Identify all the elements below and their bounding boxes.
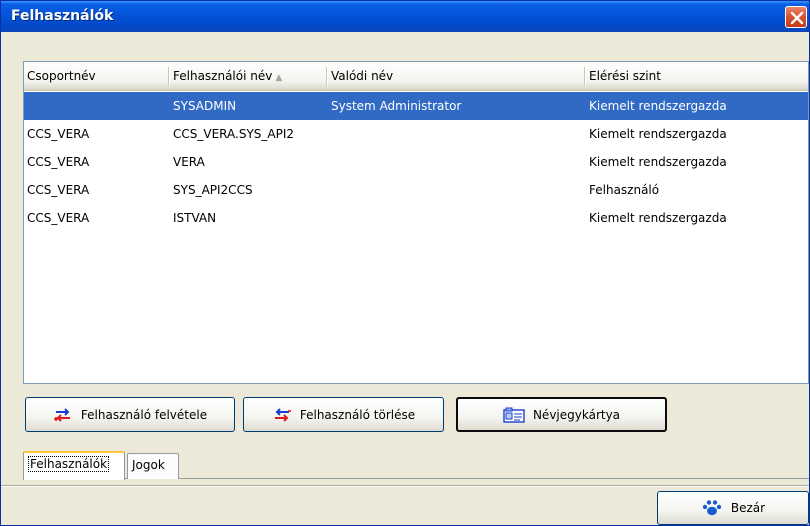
cell-username: SYSADMIN <box>173 99 237 113</box>
cell-access-level: Kiemelt rendszergazda <box>589 99 727 113</box>
paw-icon <box>702 500 722 516</box>
column-header-label: Elérési szint <box>589 69 661 83</box>
cell-realname <box>328 204 331 232</box>
column-header-label: Valódi név <box>331 69 394 83</box>
close-label: Bezár <box>730 501 766 515</box>
add-user-button[interactable]: Felhasználó felvétele <box>25 397 235 432</box>
users-list[interactable]: Csoportnév Felhasználói név ▲ Valódi név … <box>23 61 809 384</box>
cell-realname <box>328 176 331 204</box>
add-user-label: Felhasználó felvétele <box>80 407 208 422</box>
tab-rights[interactable]: Jogok <box>127 453 179 479</box>
window-close-button[interactable] <box>785 6 807 28</box>
cell-group: CCS_VERA <box>27 155 90 169</box>
business-card-button[interactable]: Névjegykártya <box>456 397 667 432</box>
cell-username: ISTVAN <box>173 211 217 225</box>
tab-strip: Felhasználók Jogok <box>23 451 809 480</box>
add-arrows-icon <box>53 407 70 422</box>
column-header-label: Csoportnév <box>27 69 96 83</box>
table-row[interactable]: CCS_VERA ISTVAN Kiemelt rendszergazda <box>24 204 808 232</box>
column-header-realname[interactable]: Valódi név <box>328 62 586 91</box>
bottom-divider <box>1 485 809 487</box>
cell-access-level: Kiemelt rendszergazda <box>589 127 727 141</box>
table-row[interactable]: CCS_VERA SYS_API2CCS Felhasználó <box>24 176 808 204</box>
cell-realname <box>328 148 331 176</box>
cell-group: CCS_VERA <box>27 127 90 141</box>
window-title: Felhasználók <box>11 8 114 24</box>
sort-ascending-icon: ▲ <box>275 73 283 83</box>
cell-realname: System Administrator <box>331 99 462 113</box>
delete-user-button[interactable]: Felhasználó törlése <box>243 397 444 432</box>
tab-label: Felhasználók <box>28 456 110 472</box>
list-header: Csoportnév Felhasználói név ▲ Valódi név … <box>24 62 808 91</box>
close-button[interactable]: Bezár <box>657 491 809 525</box>
tab-users[interactable]: Felhasználók <box>23 451 125 480</box>
cell-username: CCS_VERA.SYS_API2 <box>173 127 295 141</box>
cell-access-level: Felhasználó <box>589 183 660 197</box>
column-header-access-level[interactable]: Elérési szint <box>586 62 808 91</box>
close-icon <box>790 11 804 25</box>
column-header-username[interactable]: Felhasználói név ▲ <box>170 62 328 91</box>
cell-access-level: Kiemelt rendszergazda <box>589 155 727 169</box>
cell-group <box>24 92 27 120</box>
cell-group: CCS_VERA <box>27 183 90 197</box>
business-card-icon <box>503 407 525 423</box>
cell-username: VERA <box>173 155 205 169</box>
column-header-label: Felhasználói név <box>173 69 273 83</box>
delete-user-label: Felhasználó törlése <box>299 407 416 422</box>
table-row[interactable]: SYSADMIN System Administrator Kiemelt re… <box>24 92 808 120</box>
remove-arrows-icon <box>274 407 291 422</box>
users-dialog: Felhasználók Csoportnév Felhasználói név… <box>0 0 810 526</box>
column-header-group[interactable]: Csoportnév <box>24 62 170 91</box>
cell-access-level: Kiemelt rendszergazda <box>589 211 727 225</box>
cell-username: SYS_API2CCS <box>173 183 253 197</box>
cell-realname <box>328 120 331 148</box>
table-row[interactable]: CCS_VERA CCS_VERA.SYS_API2 Kiemelt rends… <box>24 120 808 148</box>
tab-label: Jogok <box>132 458 165 472</box>
business-card-label: Névjegykártya <box>532 407 621 422</box>
cell-group: CCS_VERA <box>27 211 90 225</box>
table-row[interactable]: CCS_VERA VERA Kiemelt rendszergazda <box>24 148 808 176</box>
title-bar[interactable]: Felhasználók <box>1 1 809 32</box>
